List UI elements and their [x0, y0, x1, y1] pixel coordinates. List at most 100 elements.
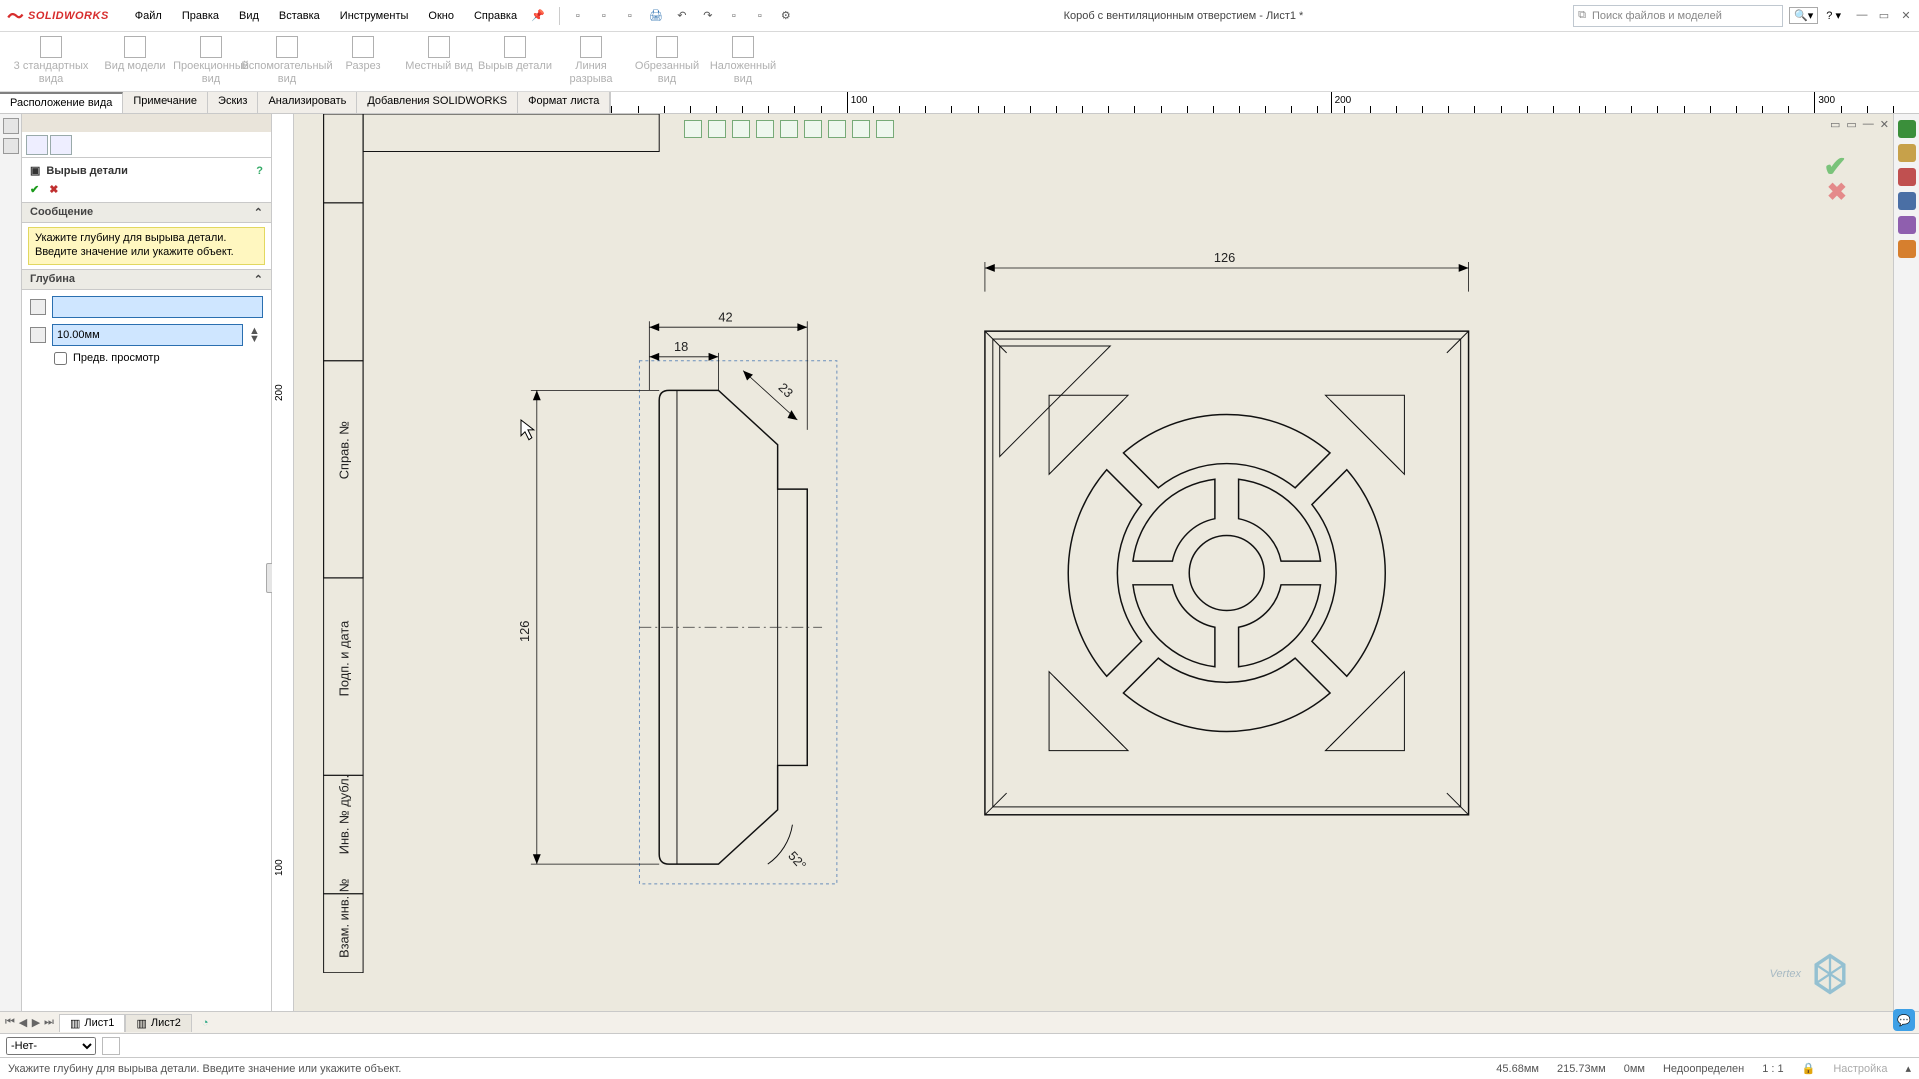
- folder-icon: ⧉: [1578, 9, 1586, 22]
- tab-Формат-листа[interactable]: Формат листа: [518, 92, 610, 113]
- sheet-last-icon[interactable]: ⏭: [43, 1016, 55, 1029]
- status-z: 0мм: [1624, 1063, 1645, 1075]
- menu-Правка[interactable]: Правка: [174, 6, 227, 26]
- tab-Эскиз[interactable]: Эскиз: [208, 92, 258, 113]
- status-y: 215.73мм: [1557, 1063, 1606, 1075]
- quick-access-toolbar: ▫ ▫ ▫ 🖨 ↶ ↷ ▫ ▫ ⚙: [559, 7, 794, 25]
- svg-text:18: 18: [674, 339, 688, 354]
- selection-icon: [30, 299, 46, 315]
- svg-text:126: 126: [1214, 250, 1235, 265]
- menu-Справка[interactable]: Справка: [466, 6, 525, 26]
- ruler-vertical: 200100: [272, 114, 294, 1011]
- section-header-message: Сообщение: [30, 206, 93, 219]
- restore-icon[interactable]: ▭: [1877, 9, 1891, 22]
- rtool-item-4[interactable]: [1898, 216, 1916, 234]
- preview-checkbox[interactable]: [54, 352, 67, 365]
- rtool-item-0[interactable]: [1898, 120, 1916, 138]
- menu-Окно[interactable]: Окно: [420, 6, 462, 26]
- undo-icon[interactable]: ↶: [674, 8, 690, 24]
- new-icon[interactable]: ▫: [570, 8, 586, 24]
- sheet-tab-Лист1[interactable]: ▥Лист1: [59, 1014, 125, 1032]
- ribbon-Вырыв-детали[interactable]: Вырыв детали: [478, 36, 552, 73]
- ruler-horizontal: 100200300: [610, 92, 1919, 113]
- collapse-icon[interactable]: ⌃: [254, 206, 263, 219]
- tab-Расположение-вида[interactable]: Расположение вида: [0, 92, 123, 113]
- menu-Вид[interactable]: Вид: [231, 6, 267, 26]
- rtool-item-1[interactable]: [1898, 144, 1916, 162]
- svg-text:Подп. и дата: Подп. и дата: [336, 620, 351, 696]
- search-icon[interactable]: 🔍▾: [1789, 7, 1818, 24]
- sheet-first-icon[interactable]: ⏮: [4, 1016, 16, 1029]
- ribbon-3-стандартных-вида[interactable]: 3 стандартных вида: [6, 36, 96, 85]
- status-custom[interactable]: Настройка: [1833, 1063, 1887, 1075]
- drawing-canvas[interactable]: ✔ ✖ ▭ ▭ — ✕ Справ. № Подп.: [294, 114, 1893, 1011]
- add-sheet-icon[interactable]: ◔: [196, 1017, 215, 1029]
- command-tabs: Расположение видаПримечаниеЭскизАнализир…: [0, 92, 610, 113]
- print-icon[interactable]: 🖨: [648, 8, 664, 24]
- minimize-icon[interactable]: —: [1855, 9, 1869, 22]
- svg-text:52°: 52°: [785, 848, 809, 872]
- rebuild-icon[interactable]: ▫: [752, 8, 768, 24]
- pm-message: Укажите глубину для вырыва детали. Введи…: [28, 227, 265, 265]
- pm-tab-strip: [22, 132, 271, 158]
- ribbon-Вид-модели[interactable]: Вид модели: [98, 36, 172, 73]
- menu-Файл[interactable]: Файл: [127, 6, 170, 26]
- menu-Вставка[interactable]: Вставка: [271, 6, 328, 26]
- ribbon-Наложенный-вид[interactable]: Наложенный вид: [706, 36, 780, 85]
- chat-help-icon[interactable]: 💬: [1893, 1009, 1915, 1031]
- svg-text:126: 126: [517, 621, 532, 642]
- ribbon-Местный-вид[interactable]: Местный вид: [402, 36, 476, 73]
- status-more-icon[interactable]: ▴: [1905, 1062, 1911, 1075]
- sheet-next-icon[interactable]: ▶: [30, 1016, 42, 1029]
- status-state: Недоопределен: [1663, 1063, 1744, 1075]
- sheet-tab-bar: ⏮ ◀ ▶ ⏭ ▥Лист1▥Лист2 ◔: [0, 1011, 1919, 1033]
- ltool-item[interactable]: [3, 138, 19, 154]
- tab-Анализировать[interactable]: Анализировать: [258, 92, 357, 113]
- save-icon[interactable]: ▫: [622, 8, 638, 24]
- ribbon-Линия-разрыва[interactable]: Линия разрыва: [554, 36, 628, 85]
- rtool-item-5[interactable]: [1898, 240, 1916, 258]
- rtool-item-3[interactable]: [1898, 192, 1916, 210]
- collapse-icon[interactable]: ⌃: [254, 273, 263, 286]
- status-hint: Укажите глубину для вырыва детали. Введи…: [8, 1063, 401, 1075]
- search-box[interactable]: ⧉ Поиск файлов и моделей: [1573, 5, 1783, 27]
- ribbon: 3 стандартных видаВид моделиПроекционный…: [0, 32, 1919, 92]
- ribbon-Проекционный-вид[interactable]: Проекционный вид: [174, 36, 248, 85]
- depth-icon: [30, 327, 46, 343]
- property-manager: ▣ Вырыв детали ? ✔ ✖ Сообщение ⌃ Укажите…: [22, 114, 272, 1011]
- sheet-prev-icon[interactable]: ◀: [17, 1016, 29, 1029]
- status-scale[interactable]: 1 : 1: [1762, 1063, 1783, 1075]
- watermark: Vertex: [1770, 951, 1853, 997]
- reject-icon[interactable]: ✖: [49, 183, 58, 196]
- tab-Добавления-SOLIDWORKS[interactable]: Добавления SOLIDWORKS: [357, 92, 518, 113]
- drawing-svg: Справ. № Подп. и дата Инв. № дубл. Взам.…: [294, 114, 1893, 973]
- depth-reference-input[interactable]: [52, 296, 263, 318]
- menu-Инструменты[interactable]: Инструменты: [332, 6, 417, 26]
- close-icon[interactable]: ✕: [1899, 9, 1913, 22]
- svg-text:Взам. инв. №: Взам. инв. №: [336, 878, 351, 958]
- ltool-item[interactable]: [3, 118, 19, 134]
- left-toolbox: [0, 114, 22, 1011]
- pm-tab-feature[interactable]: [26, 135, 48, 155]
- redo-icon[interactable]: ↷: [700, 8, 716, 24]
- depth-value-input[interactable]: [52, 324, 243, 346]
- rtool-item-2[interactable]: [1898, 168, 1916, 186]
- layer-select[interactable]: -Нет-: [6, 1037, 96, 1055]
- sheet-tab-Лист2[interactable]: ▥Лист2: [125, 1014, 191, 1032]
- ribbon-Обрезанный-вид[interactable]: Обрезанный вид: [630, 36, 704, 85]
- svg-text:Инв. № дубл.: Инв. № дубл.: [336, 775, 351, 854]
- ribbon-Разрез[interactable]: Разрез: [326, 36, 400, 73]
- lock-icon[interactable]: 🔒: [1802, 1062, 1816, 1075]
- pm-help-icon[interactable]: ?: [256, 165, 263, 177]
- select-icon[interactable]: ▫: [726, 8, 742, 24]
- open-icon[interactable]: ▫: [596, 8, 612, 24]
- help-icon[interactable]: ? ▾: [1826, 9, 1841, 22]
- pin-icon[interactable]: 📌: [531, 9, 545, 22]
- tab-Примечание[interactable]: Примечание: [123, 92, 208, 113]
- options-icon[interactable]: ⚙: [778, 8, 794, 24]
- accept-icon[interactable]: ✔: [30, 183, 39, 196]
- layer-edit-icon[interactable]: [102, 1037, 120, 1055]
- ribbon-Вспомогательный-вид[interactable]: Вспомогательный вид: [250, 36, 324, 85]
- pm-tab-config[interactable]: [50, 135, 72, 155]
- spin-down[interactable]: ▼: [249, 335, 263, 343]
